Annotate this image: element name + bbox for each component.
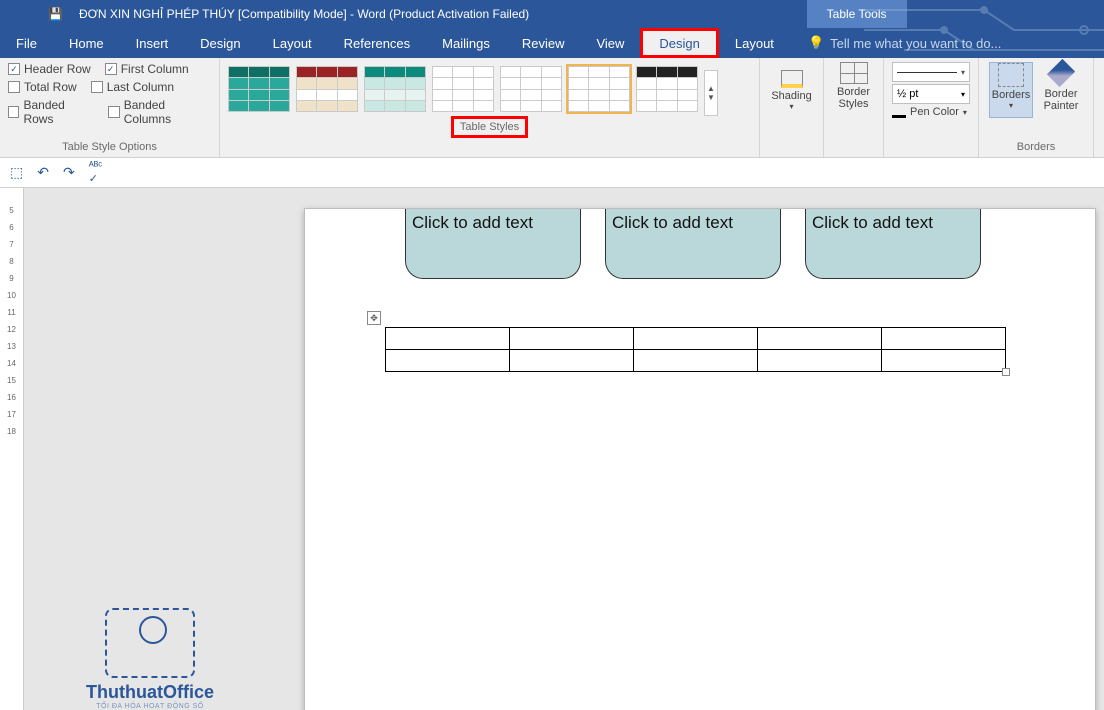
group-label-tso: Table Style Options	[8, 141, 211, 155]
redo-button[interactable]: ↷	[63, 164, 75, 181]
group-line-settings: ▾ ½ pt▾ Pen Color▾	[884, 58, 979, 157]
lightbulb-icon: 💡	[808, 35, 824, 51]
border-painter-button[interactable]: Border Painter	[1039, 62, 1083, 118]
tell-me-placeholder: Tell me what you want to do...	[830, 36, 1001, 51]
border-styles-button[interactable]: Border Styles	[832, 62, 876, 118]
tab-mailings[interactable]: Mailings	[426, 28, 506, 58]
tabletools-contextual-label: Table Tools	[807, 0, 907, 28]
group-table-style-options: ✓Header Row ✓First Column Total Row Last…	[0, 58, 220, 157]
tell-me-search[interactable]: 💡 Tell me what you want to do...	[790, 28, 1001, 58]
group-label-table-styles: Table Styles	[451, 116, 528, 138]
tab-table-design[interactable]: Design	[640, 28, 718, 58]
chk-first-column[interactable]: ✓First Column	[105, 62, 189, 76]
borders-button[interactable]: Borders ▾	[989, 62, 1033, 118]
tab-insert[interactable]: Insert	[120, 28, 185, 58]
shading-button[interactable]: Shading ▾	[770, 62, 814, 118]
table-style-thumb-7[interactable]	[636, 66, 698, 112]
tab-file[interactable]: File	[0, 28, 53, 58]
logo-subtext: TỐI ĐA HÓA HOẠT ĐỘNG SỐ	[60, 703, 240, 710]
tab-design[interactable]: Design	[184, 28, 256, 58]
title-bar: 💾 ĐƠN XIN NGHỈ PHÉP THÚY [Compatibility …	[0, 0, 1104, 28]
chk-header-row[interactable]: ✓Header Row	[8, 62, 91, 76]
line-weight-select[interactable]: ½ pt▾	[892, 84, 970, 104]
border-styles-icon	[840, 62, 868, 84]
page[interactable]: Click to add text Click to add text Clic…	[304, 208, 1096, 710]
qat-touch-mode-icon[interactable]: ⬚	[10, 164, 23, 181]
borders-icon	[998, 63, 1024, 87]
table-style-thumb-2[interactable]	[296, 66, 358, 112]
quick-access-toolbar: ⬚ ↶ ↷ ᴬᴮᶜ✓	[0, 158, 1104, 188]
chk-total-row[interactable]: Total Row	[8, 80, 77, 94]
tab-review[interactable]: Review	[506, 28, 581, 58]
line-style-select[interactable]: ▾	[892, 62, 970, 82]
vertical-ruler[interactable]: 56789101112131415161718	[0, 188, 24, 710]
paint-bucket-icon	[781, 70, 803, 88]
textbox-3[interactable]: Click to add text	[805, 209, 981, 279]
table-style-thumb-3[interactable]	[364, 66, 426, 112]
table-style-thumb-4[interactable]	[432, 66, 494, 112]
tab-references[interactable]: References	[328, 28, 426, 58]
window-title: ĐƠN XIN NGHỈ PHÉP THÚY [Compatibility Mo…	[79, 7, 529, 21]
textbox-1[interactable]: Click to add text	[405, 209, 581, 279]
group-borders: Borders ▾ Border Painter Borders	[979, 58, 1094, 157]
save-icon[interactable]: 💾	[48, 7, 63, 21]
table-style-thumb-5[interactable]	[500, 66, 562, 112]
tab-home[interactable]: Home	[53, 28, 120, 58]
tab-table-layout[interactable]: Layout	[719, 28, 790, 58]
tab-layout[interactable]: Layout	[257, 28, 328, 58]
group-border-styles: Border Styles	[824, 58, 884, 157]
menu-tabs: File Home Insert Design Layout Reference…	[0, 28, 1104, 58]
logo-text: ThuthuatOffice	[60, 682, 240, 703]
pen-icon	[892, 106, 906, 118]
table-style-thumb-1[interactable]	[228, 66, 290, 112]
textbox-2[interactable]: Click to add text	[605, 209, 781, 279]
chk-banded-columns[interactable]: Banded Columns	[108, 98, 211, 126]
qat-spelling-icon[interactable]: ᴬᴮᶜ✓	[89, 160, 102, 185]
logo-illustration-icon	[105, 608, 195, 678]
chk-banded-rows[interactable]: Banded Rows	[8, 98, 94, 126]
table-style-thumb-6[interactable]	[568, 66, 630, 112]
pen-color-button[interactable]: Pen Color▾	[892, 106, 970, 118]
ribbon: ✓Header Row ✓First Column Total Row Last…	[0, 58, 1104, 158]
doc-table[interactable]	[385, 327, 1006, 372]
gallery-expand-button[interactable]: ▲▼	[704, 70, 718, 116]
undo-button[interactable]: ↶	[37, 164, 49, 181]
table-resize-handle[interactable]	[1002, 368, 1010, 376]
watermark-logo: ThuthuatOffice TỐI ĐA HÓA HOẠT ĐỘNG SỐ	[60, 608, 240, 710]
group-shading: Shading ▾	[760, 58, 824, 157]
group-table-styles: ▲▼ Table Styles	[220, 58, 760, 157]
doc-table-container: ✥	[385, 327, 1006, 372]
table-move-handle[interactable]: ✥	[367, 311, 381, 325]
group-label-borders: Borders	[1017, 141, 1056, 155]
border-painter-icon	[1047, 59, 1075, 87]
chk-last-column[interactable]: Last Column	[91, 80, 174, 94]
tab-view[interactable]: View	[580, 28, 640, 58]
